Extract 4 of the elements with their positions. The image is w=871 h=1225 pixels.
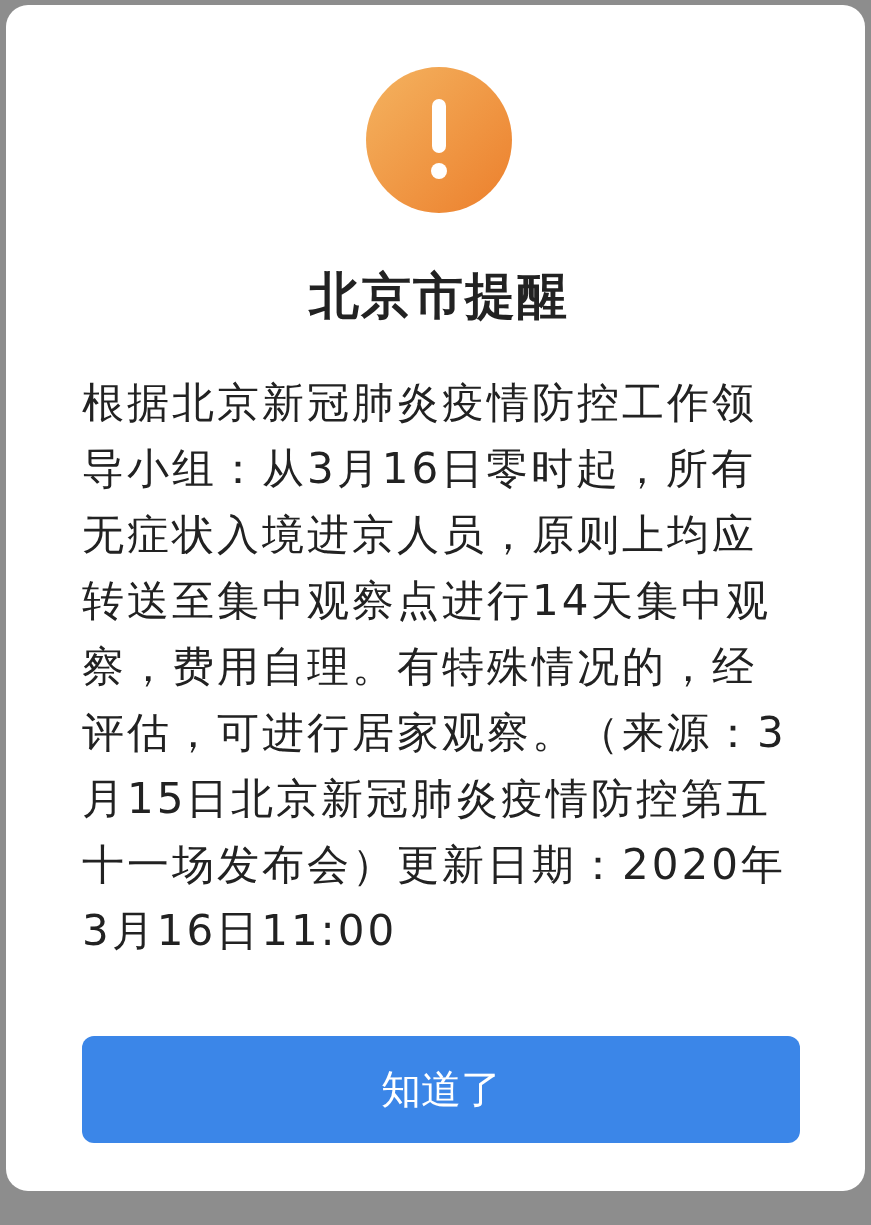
dialog-message: 根据北京新冠肺炎疫情防控工作领导小组：从3月16日零时起，所有无症状入境进京人员，原则上均应转送至集中观察点进行14天集中观察，费用自理。有特殊情况的，经评估，可进行居家观察。（来源：3月15日北京新冠肺炎疫情防控第五十一场发布会）更新日期：2020年3月16日11:00 (82, 377, 788, 957)
confirm-button[interactable]: 知道了 (82, 1036, 800, 1143)
warning-icon (365, 67, 512, 213)
dialog-title: 北京市提醒 (308, 266, 569, 327)
